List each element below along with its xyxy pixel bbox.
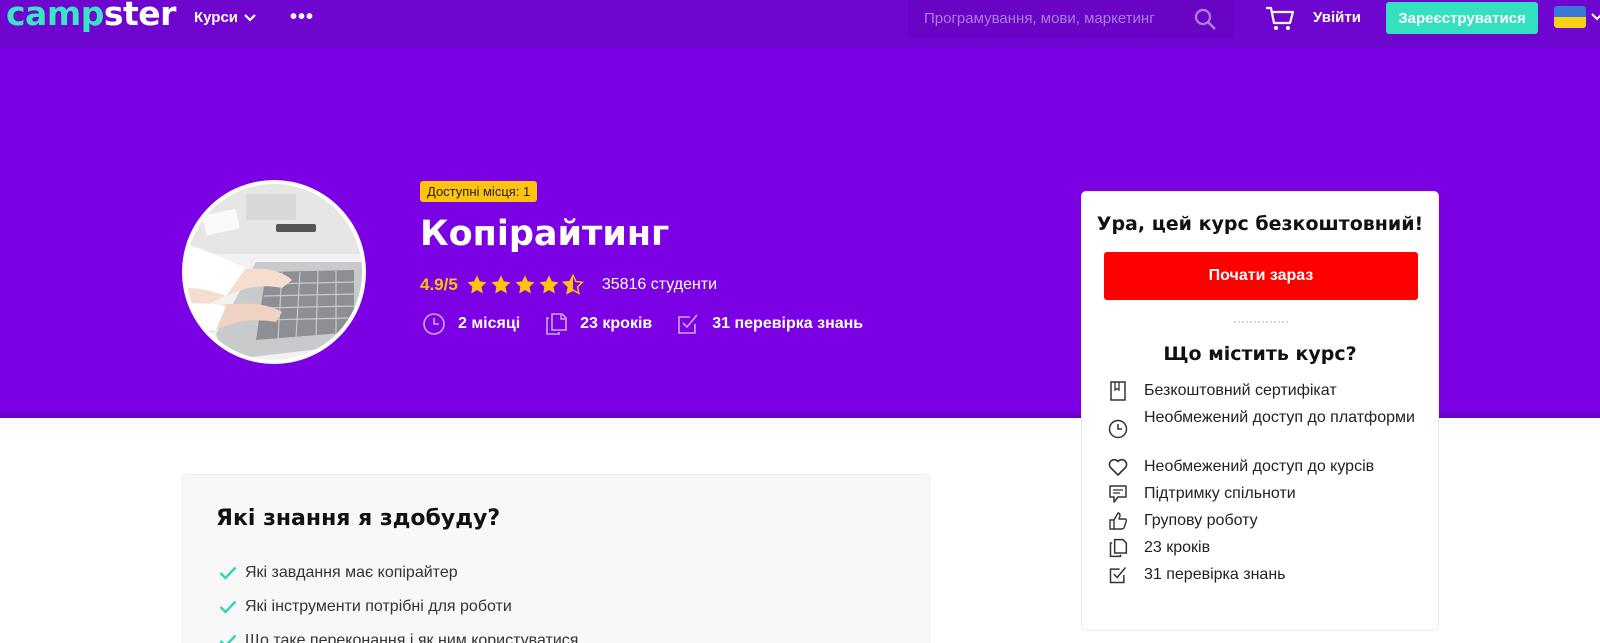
laptop-typing-illustration [186,184,362,360]
students-count: 35816 студенти [601,276,718,293]
checkbox-icon [1109,567,1127,584]
knowledge-list: Які завдання має копірайтер Які інструме… [219,561,578,643]
steps-meta: 23 кроків [544,312,652,336]
chevron-down-icon [1591,13,1600,21]
star-icon [539,275,559,294]
duration-label: 2 місяці [458,315,521,332]
language-selector[interactable] [1554,6,1600,28]
knowledge-title: Які знання я здобуду? [216,506,501,531]
heart-icon [1108,458,1128,476]
include-label: 31 перевірка знань [1144,566,1286,583]
thumbs-up-icon [1109,512,1128,530]
knowledge-item-label: Які інструменти потрібні для роботи [245,598,512,615]
list-item: Які інструменти потрібні для роботи [219,595,578,619]
list-item: 31 перевірка знань [1108,564,1418,586]
check-icon [219,634,237,643]
search-icon[interactable] [1193,7,1217,31]
search-bar [908,0,1233,37]
card-title: Ура, цей курс безкоштовний! [1096,213,1424,235]
list-item: Безкоштовний сертифікат [1108,380,1418,402]
more-menu-button[interactable]: ••• [290,6,314,29]
star-icon [491,275,511,294]
courses-menu[interactable]: Курси [194,9,256,26]
campster-logo[interactable]: campster [6,0,176,34]
register-button[interactable]: Зареєструватися [1386,2,1538,34]
knowledge-item-label: Які завдання має копірайтер [245,564,458,581]
courses-menu-label: Курси [194,9,239,26]
rating-row: 4.9/5 35816 студенти [420,274,717,296]
top-navigation-bar: campster Курси ••• Увійти Зареєструватис… [0,0,1600,48]
rating-value: 4.9/5 [420,275,458,294]
include-label: Необмежений доступ до курсів [1144,458,1375,475]
knowledge-checks-label: 31 перевірка знань [712,315,864,332]
enroll-card: Ура, цей курс безкоштовний! Почати зараз… [1081,191,1439,631]
list-item: Підтримку спільноти [1108,483,1418,505]
list-item: Що таке переконання і як ним користувати… [219,629,578,643]
includes-title: Що містить курс? [1163,343,1357,365]
list-item: Групову роботу [1108,510,1418,532]
checkbox-icon [678,314,698,334]
check-icon [219,600,237,614]
knowledge-section: Які знання я здобуду? Які завдання має к… [182,474,930,643]
course-meta-row: 2 місяці 23 кроків 31 перевірка знань [422,312,887,336]
star-icon [467,275,487,294]
star-icon [515,275,535,294]
list-item: Необмежений доступ до платформи [1108,407,1418,451]
include-label: 23 кроків [1144,539,1211,556]
check-icon [219,566,237,580]
chevron-down-icon [244,13,256,22]
knowledge-checks-meta: 31 перевірка знань [676,312,863,336]
availability-badge: Доступні місця: 1 [420,181,538,202]
steps-label: 23 кроків [580,315,653,332]
include-label: Групову роботу [1144,512,1258,529]
include-label: Безкоштовний сертифікат [1144,382,1337,399]
logo-part-ster: ster [103,0,177,33]
clock-icon [423,313,445,335]
start-now-button[interactable]: Почати зараз [1104,252,1418,300]
include-label: Необмежений доступ до платформи [1144,409,1415,426]
list-item: 23 кроків [1108,537,1418,559]
chat-icon [1109,485,1127,503]
course-image [182,180,366,364]
course-title: Копірайтинг [420,214,670,254]
half-star-icon [561,274,584,295]
logo-part-camp: camp [6,0,104,33]
login-link[interactable]: Увійти [1313,9,1361,26]
clock-icon [1108,419,1128,439]
includes-list: Безкоштовний сертифікат Необмежений дост… [1108,380,1418,591]
card-divider [1234,321,1288,323]
certificate-icon [1110,381,1126,401]
duration-meta: 2 місяці [422,312,520,336]
ukraine-flag-icon [1554,6,1586,28]
list-item: Необмежений доступ до курсів [1108,456,1418,478]
search-input[interactable] [924,10,1184,27]
cart-icon[interactable] [1265,6,1295,32]
pages-icon [1109,538,1128,558]
knowledge-item-label: Що таке переконання і як ним користувати… [245,632,579,643]
list-item: Які завдання має копірайтер [219,561,578,585]
include-label: Підтримку спільноти [1144,485,1296,502]
pages-icon [546,313,567,335]
rating-stars [466,274,584,296]
